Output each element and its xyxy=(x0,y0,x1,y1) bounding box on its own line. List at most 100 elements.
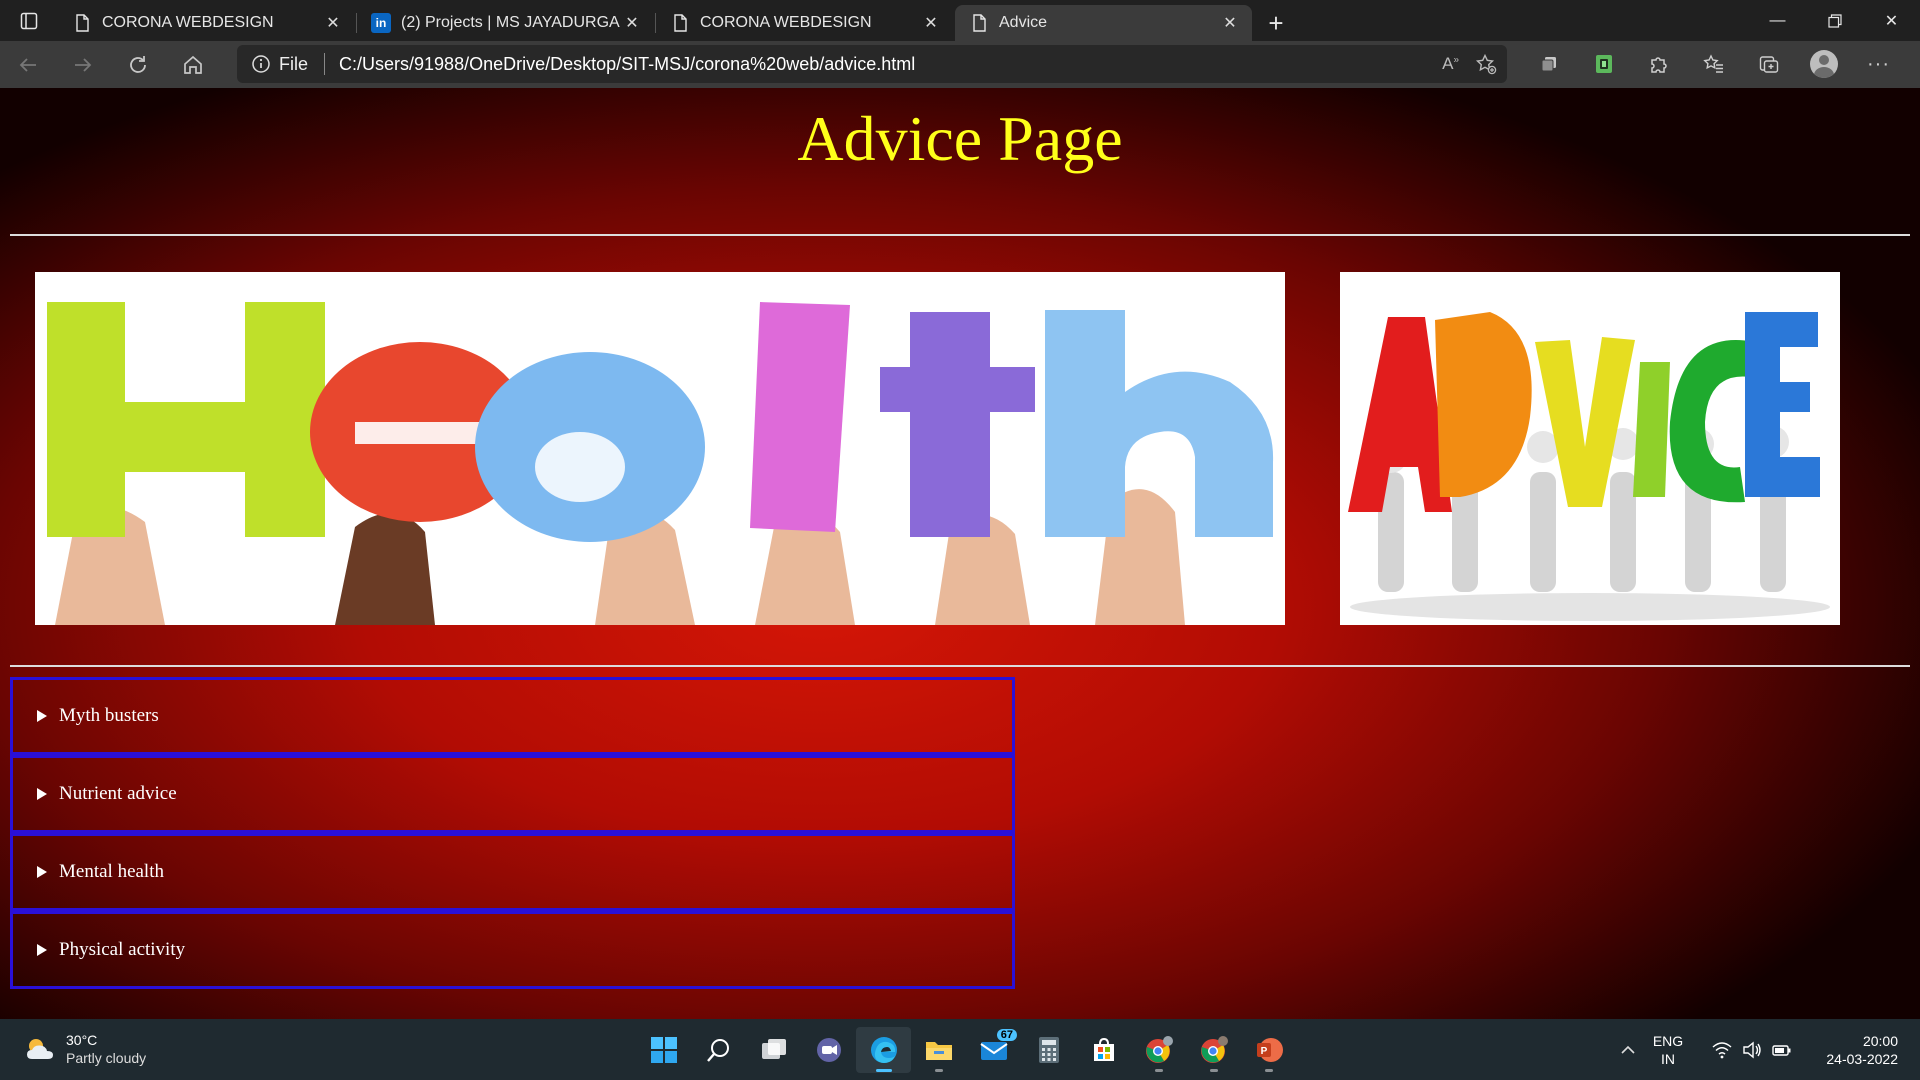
search-button[interactable] xyxy=(691,1027,746,1073)
tab-corona-webdesign-2[interactable]: CORONA WEBDESIGN ✕ xyxy=(656,5,953,41)
chrome-icon xyxy=(1200,1036,1228,1063)
running-indicator xyxy=(935,1069,943,1072)
show-hidden-icons-button[interactable] xyxy=(1610,1045,1646,1055)
clock-button[interactable]: 20:00 24-03-2022 xyxy=(1808,1032,1898,1068)
clock-date: 24-03-2022 xyxy=(1826,1050,1898,1067)
avatar xyxy=(1809,50,1838,78)
teams-chat-button[interactable] xyxy=(801,1027,856,1073)
store-button[interactable] xyxy=(1076,1027,1131,1073)
chrome-profile-1-button[interactable] xyxy=(1131,1027,1186,1073)
forward-button[interactable] xyxy=(55,45,110,85)
extension-button[interactable] xyxy=(1576,44,1631,84)
close-icon[interactable]: ✕ xyxy=(622,13,642,33)
favorites-button[interactable] xyxy=(1686,44,1741,84)
home-icon xyxy=(183,55,202,74)
read-aloud-icon[interactable]: A» xyxy=(1442,54,1459,74)
weather-widget[interactable]: 30°C Partly cloudy xyxy=(24,1031,146,1067)
file-label: File xyxy=(279,53,309,74)
active-indicator xyxy=(876,1069,892,1072)
clock-time: 20:00 xyxy=(1862,1032,1898,1049)
tab-corona-webdesign-1[interactable]: CORONA WEBDESIGN ✕ xyxy=(58,5,357,41)
chrome-profile-2-button[interactable] xyxy=(1186,1027,1241,1073)
advice-details-list: Myth busters Nutrient advice Mental heal… xyxy=(10,677,1015,989)
task-view-icon xyxy=(761,1039,786,1059)
address-bar[interactable]: File C:/Users/91988/OneDrive/Desktop/SIT… xyxy=(237,45,1507,83)
tab-actions-button[interactable] xyxy=(0,0,58,41)
minimize-button[interactable]: — xyxy=(1749,0,1806,41)
tab-linkedin[interactable]: in (2) Projects | MS JAYADURGA | LinkedI… xyxy=(357,5,656,41)
input-language-button[interactable]: ENG IN xyxy=(1646,1032,1690,1068)
mail-button[interactable]: 67 xyxy=(966,1027,1021,1073)
chrome-icon xyxy=(1145,1036,1173,1063)
new-tab-button[interactable]: + xyxy=(1254,5,1298,41)
details-physical-activity[interactable]: Physical activity xyxy=(10,911,1015,989)
collections-panel-button[interactable] xyxy=(1741,44,1796,84)
puzzle-icon xyxy=(1650,57,1667,73)
windows-icon xyxy=(650,1037,677,1063)
language-top: ENG xyxy=(1652,1032,1684,1049)
chevron-up-icon xyxy=(1621,1045,1635,1054)
search-icon xyxy=(706,1039,729,1062)
disclosure-triangle-icon xyxy=(37,788,47,800)
linkedin-icon: in xyxy=(371,13,391,33)
add-favorite-icon[interactable] xyxy=(1475,53,1497,75)
extensions-button[interactable] xyxy=(1631,44,1686,84)
start-button[interactable] xyxy=(636,1027,691,1073)
close-icon[interactable]: ✕ xyxy=(1220,13,1240,33)
arrow-right-icon xyxy=(74,57,91,72)
home-button[interactable] xyxy=(165,45,220,85)
store-icon xyxy=(1093,1037,1114,1061)
running-indicator xyxy=(1265,1069,1273,1072)
edge-browser-button[interactable] xyxy=(856,1027,911,1073)
details-myth-busters[interactable]: Myth busters xyxy=(10,677,1015,755)
disclosure-triangle-icon xyxy=(37,866,47,878)
page-title: Advice Page xyxy=(797,103,1123,174)
powerpoint-icon: P xyxy=(1256,1038,1283,1062)
folder-icon xyxy=(925,1042,952,1060)
address-bar-actions: A» xyxy=(1442,45,1497,83)
tab-title: (2) Projects | MS JAYADURGA | LinkedIn xyxy=(401,14,622,31)
tab-groups-icon xyxy=(1541,57,1556,72)
calculator-button[interactable] xyxy=(1021,1027,1076,1073)
more-icon: ··· xyxy=(1867,52,1890,75)
tab-title: CORONA WEBDESIGN xyxy=(102,14,274,31)
page-icon xyxy=(76,14,89,32)
page-icon xyxy=(674,14,687,32)
back-button[interactable] xyxy=(0,45,55,85)
tab-advice[interactable]: Advice ✕ xyxy=(955,5,1252,41)
url-separator xyxy=(324,53,326,75)
system-tray: ENG IN 20:00 24-03-2022 xyxy=(1610,1019,1920,1080)
info-icon[interactable] xyxy=(251,54,271,74)
restore-button[interactable] xyxy=(1806,0,1863,41)
file-explorer-button[interactable] xyxy=(911,1027,966,1073)
task-view-button[interactable] xyxy=(746,1027,801,1073)
chat-icon xyxy=(816,1038,841,1062)
weather-temperature: 30°C xyxy=(66,1032,98,1048)
disclosure-triangle-icon xyxy=(37,710,47,722)
navigation-bar: File C:/Users/91988/OneDrive/Desktop/SIT… xyxy=(0,41,1920,88)
running-indicator xyxy=(1155,1069,1163,1072)
profile-button[interactable] xyxy=(1796,44,1851,84)
favorites-icon xyxy=(1702,54,1723,73)
tab-title: Advice xyxy=(999,14,1048,31)
url-text[interactable]: C:/Users/91988/OneDrive/Desktop/SIT-MSJ/… xyxy=(339,54,915,75)
running-indicator xyxy=(1210,1069,1218,1072)
refresh-button[interactable] xyxy=(110,45,165,85)
advice-image xyxy=(1340,272,1840,625)
divider-top xyxy=(10,234,1910,236)
weather-condition: Partly cloudy xyxy=(66,1050,147,1066)
details-summary-label: Physical activity xyxy=(59,939,186,960)
browser-toolbar: ··· xyxy=(1521,44,1906,84)
close-icon[interactable]: ✕ xyxy=(323,13,343,33)
advice-page: Advice Page Myth busters Nutrient advice… xyxy=(0,88,1920,1019)
quick-settings-button[interactable] xyxy=(1712,1041,1792,1059)
collections-button[interactable] xyxy=(1521,44,1576,84)
close-icon[interactable]: ✕ xyxy=(921,13,941,33)
details-nutrient-advice[interactable]: Nutrient advice xyxy=(10,755,1015,833)
settings-more-button[interactable]: ··· xyxy=(1851,44,1906,84)
powerpoint-button[interactable]: P xyxy=(1241,1027,1296,1073)
health-image xyxy=(35,272,1285,625)
details-mental-health[interactable]: Mental health xyxy=(10,833,1015,911)
close-window-button[interactable]: ✕ xyxy=(1863,0,1920,41)
health-letters-illustration xyxy=(35,272,1285,625)
